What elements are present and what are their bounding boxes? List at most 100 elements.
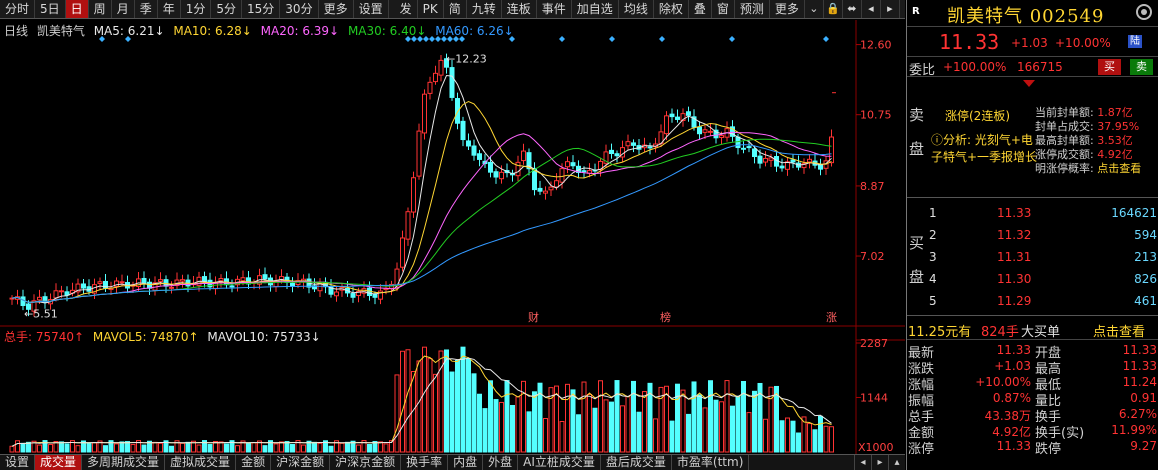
indicator-tab[interactable]: 虚拟成交量 [165,455,237,470]
toolbar-btn-5e697a5[interactable]: 5日 [35,0,66,18]
quote-value: 0.87% [992,391,1031,405]
order-ratio-pct: +100.00% [943,60,1007,74]
arrow-right-icon[interactable]: ▸ [881,0,900,18]
volume-bar [702,407,708,453]
toolbar-btn-e9a284e6b58b[interactable]: 预测 [735,0,770,18]
volume-bar [367,443,372,453]
volume-bar [735,395,741,453]
indicator-tab[interactable]: 沪深京金额 [330,455,402,470]
toolbar-btn-1e58886[interactable]: 1分 [181,0,212,18]
toolbar-btn-e5b9b4[interactable]: 年 [158,0,181,18]
toolbar-btn-15e58886[interactable]: 15分 [242,0,281,18]
tab-scroll-left-icon[interactable]: ◂ [854,455,871,470]
stock-name-label: 凯美特气 [36,24,85,38]
toolbar-btn-e69bb4e5a49a[interactable]: 更多 [770,0,805,18]
volume-bar [449,371,455,453]
big-order-link[interactable]: 点击查看 [1093,321,1145,340]
bid-row[interactable]: 4 11.30 826 [927,268,1158,290]
toolbar-btn-e8bf9ee69dbf[interactable]: 连板 [502,0,537,18]
bid-row[interactable]: 2 11.32 594 [927,224,1158,246]
tab-scroll-right-icon[interactable]: ▸ [871,455,888,470]
candle-body [647,146,653,149]
indicator-tab[interactable]: AI立桩成交量 [518,455,601,470]
sell-button[interactable]: 卖 [1130,59,1153,75]
toolbar-btn-e69bb4e5a49a[interactable]: 更多 [319,0,354,18]
indicator-tab[interactable]: 金额 [236,455,272,470]
kline-chart[interactable]: 12.60 10.75 8.87 7.02 ←12.23 ←5.51 财 榜 涨 2287 1144… [0,20,905,455]
indicator-tab[interactable]: 市盈率(ttm) [672,455,750,470]
ma5-value: MA5: 6.21↓ [93,24,165,38]
toolbar-btn-pk[interactable]: PK [418,0,444,18]
volume-bar [279,441,284,453]
indicator-tab[interactable]: 设置 [0,455,36,470]
indicator-tab[interactable]: 换手率 [401,455,449,470]
big-order-qty: 824手 [981,325,1019,340]
toolbar-btn-e59d87e7babf[interactable]: 均线 [619,0,654,18]
volume-bar [158,442,163,453]
volume-bar [64,443,70,453]
lock-icon[interactable]: 🔒 [824,0,843,18]
toolbar-btn-e58fa0[interactable]: 叠 [689,0,712,18]
toolbar-btn-e58886e697b6[interactable]: 分时 [0,0,36,18]
candle-body [180,279,185,282]
indicator-tab[interactable]: 成交量 [35,455,83,470]
candle-body [466,140,471,147]
candle-body [400,237,405,268]
analysis-text[interactable]: ⓘ分析: 光刻气+电子特气+一季报增长 [931,132,1041,166]
toolbar-btn-e697a5[interactable]: 日 [65,0,89,18]
toolbar-btn-e999a4e69d83[interactable]: 除权 [654,0,689,18]
bid-row[interactable]: 5 11.29 461 [927,290,1158,312]
toolbar-btn-5e58886[interactable]: 5分 [211,0,243,18]
settings-gear-icon[interactable] [1136,4,1152,20]
toolbar-btn-e7aa97[interactable]: 窗 [712,0,735,18]
sell-side-panel: 卖 盘 涨停(2连板) ⓘ分析: 光刻气+电子特气+一季报增长 当前封单额: 1… [907,98,1158,198]
toolbar-btn-e8aebee7bdae[interactable]: 设置 [354,0,389,18]
collapse-triangle-icon[interactable] [1023,80,1035,87]
volume-bar [730,405,735,453]
order-ratio-diff: 166715 [1017,60,1063,74]
candle-body [515,161,521,177]
tab-scroll-expand-icon[interactable]: ▴ [888,455,905,470]
bid-row[interactable]: 1 11.33 164621 [927,202,1158,224]
probability-link[interactable]: 点击查看 [1097,162,1141,175]
price-tick-label: 7.02 [860,250,885,263]
bid-level: 1 [929,206,937,220]
candle-body [350,293,356,298]
volume-bar [642,391,647,453]
stock-title[interactable]: 凯美特气 002549 [947,2,1104,28]
volume-bar [708,380,713,453]
toolbar-btn-e4ba8be4bbb6[interactable]: 事件 [537,0,572,18]
chart-area[interactable]: 12.60 10.75 8.87 7.02 ←12.23 ←5.51 财 榜 涨 2287 1144… [0,20,905,455]
mavol5-value: MAVOL5: 74870↑ [92,330,199,344]
arrow-left-icon[interactable]: ◂ [862,0,881,18]
candle-body [158,279,163,282]
indicator-tab[interactable]: 多周期成交量 [82,455,166,470]
toolbar-btn-e5ada3[interactable]: 季 [135,0,158,18]
indicator-tab[interactable]: 盘后成交量 [601,455,672,470]
indicator-tab[interactable]: 内盘 [448,455,484,470]
volume-bar [48,443,53,453]
bid-row[interactable]: 3 11.31 213 [927,246,1158,268]
chevron-down-icon[interactable]: ⌄ [805,0,824,18]
volume-bar [570,389,576,453]
candle-body [59,290,64,293]
candle-body [807,158,812,163]
event-marker-label: 财 [528,310,539,324]
candle-body [763,157,768,163]
toolbar-btn-30e58886[interactable]: 30分 [280,0,319,18]
volume-bar [224,443,229,453]
buy-button[interactable]: 买 [1098,59,1121,75]
toolbar-btn-e7ae80[interactable]: 简 [444,0,467,18]
toolbar-btn-e58aa0e887aae98089[interactable]: 加自选 [572,0,619,18]
toolbar-btn-e58f91[interactable]: 发 [395,0,418,18]
drag-icon[interactable]: ⬌ [843,0,862,18]
toolbar-btn-e69c88[interactable]: 月 [112,0,135,18]
bid-level: 4 [929,272,937,286]
toolbar-btn-e4b99de8bdac[interactable]: 九转 [467,0,502,18]
toolbar-btn-e591a8[interactable]: 周 [89,0,112,18]
indicator-tab[interactable]: 沪深金额 [271,455,331,470]
quote-value: 11.33 [996,439,1031,453]
indicator-tab[interactable]: 外盘 [483,455,519,470]
candle-body [422,93,427,134]
order-ratio-label: 委比 [909,63,936,78]
